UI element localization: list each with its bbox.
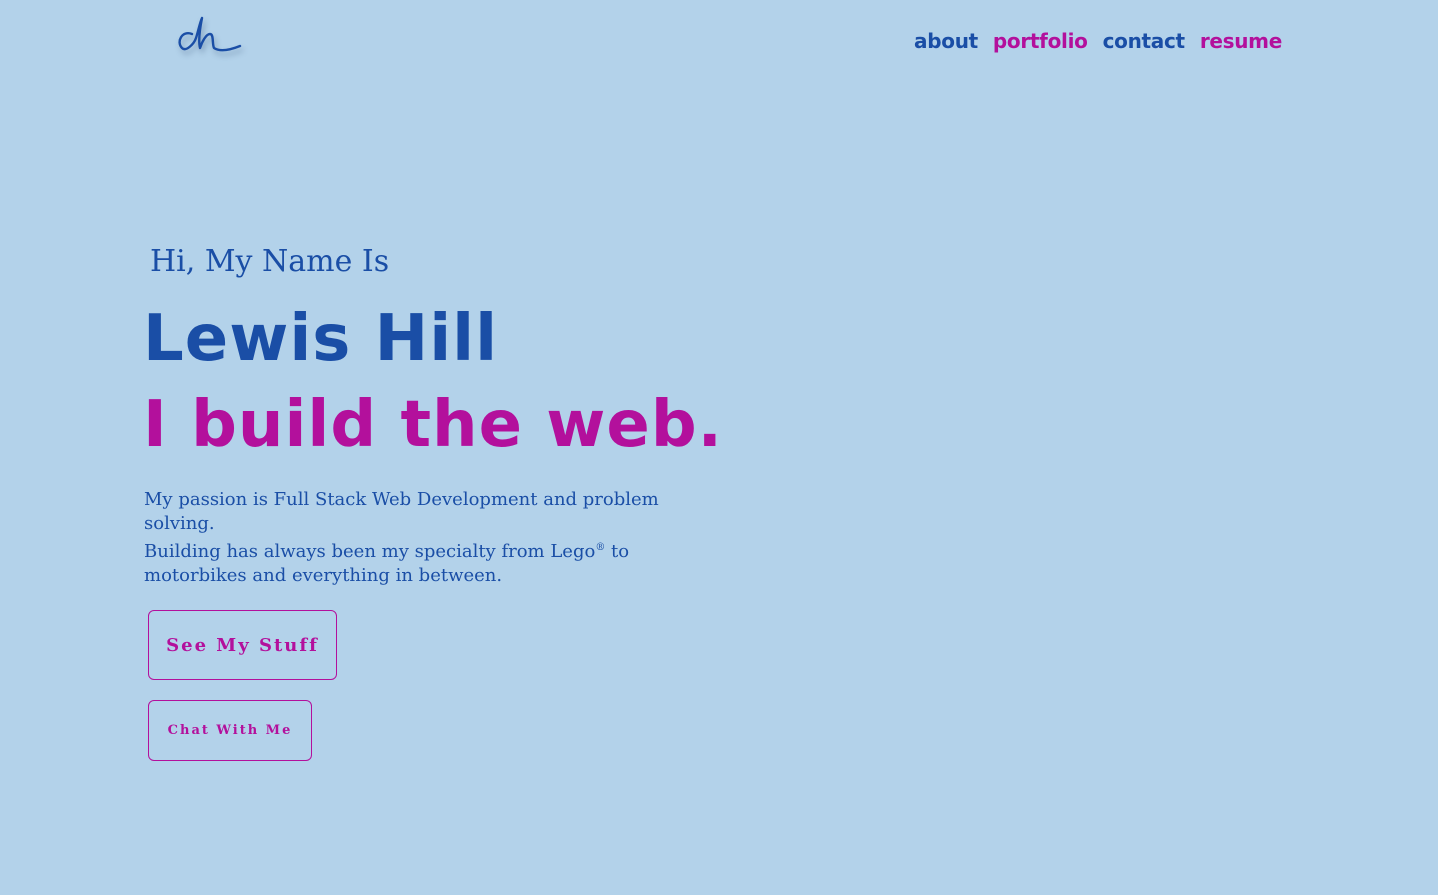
main-nav: about portfolio contact resume (914, 29, 1282, 53)
hero-bio: My passion is Full Stack Web Development… (144, 488, 704, 588)
bio-line-2-start: Building has always been my specialty fr… (144, 541, 596, 562)
bio-line-2: Building has always been my specialty fr… (144, 536, 704, 588)
registered-mark: ® (595, 542, 606, 553)
nav-resume[interactable]: resume (1200, 29, 1282, 53)
nav-about[interactable]: about (914, 29, 978, 53)
hero-greeting: Hi, My Name Is (150, 244, 390, 279)
hero-tagline: I build the web. (143, 388, 723, 462)
signature-logo-icon (178, 16, 242, 52)
hero-name: Lewis Hill (143, 302, 498, 376)
nav-contact[interactable]: contact (1103, 29, 1186, 53)
nav-portfolio[interactable]: portfolio (993, 29, 1088, 53)
signature-logo[interactable] (172, 12, 246, 60)
bio-line-1: My passion is Full Stack Web Development… (144, 489, 659, 534)
chat-with-me-button[interactable]: Chat With Me (148, 700, 312, 761)
see-my-stuff-button[interactable]: See My Stuff (148, 610, 337, 680)
